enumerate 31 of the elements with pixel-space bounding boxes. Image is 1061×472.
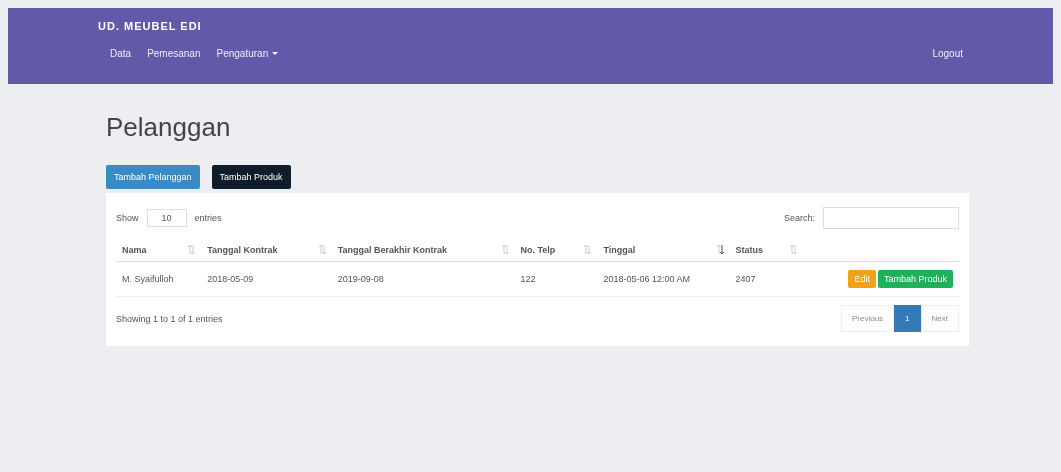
row-button[interactable]: Tambah Produk (877, 270, 953, 288)
logout-link[interactable]: Logout (932, 48, 963, 59)
entries-label: entries (194, 213, 222, 223)
search-field[interactable] (823, 207, 959, 229)
nav-link[interactable]: Pengaturan (216, 48, 279, 59)
entries-select[interactable]: 10 (146, 209, 187, 227)
column-header[interactable]: Status (729, 239, 803, 262)
nav-link[interactable]: Data (110, 48, 132, 59)
table-info: Showing 1 to 1 of 1 entries (116, 313, 223, 324)
nav-link[interactable]: Pemesanan (147, 48, 201, 59)
table-cell: 122 (514, 261, 598, 297)
table-cell: 2018-05-09 (201, 261, 332, 297)
table-cell: 2019-09-08 (331, 261, 515, 297)
search-label: Search: (783, 213, 815, 223)
show-label: Show (116, 213, 139, 223)
column-header[interactable]: Tanggal Kontrak (201, 239, 332, 262)
sort-icon[interactable] (716, 245, 724, 254)
pagination-button[interactable]: Next (920, 305, 959, 332)
action-button[interactable]: Tambah Produk (211, 165, 291, 189)
table-cell: 2407 (729, 261, 803, 297)
column-header[interactable]: Nama (116, 239, 202, 262)
column-header[interactable]: Tanggal Berakhir Kontrak (331, 239, 515, 262)
brand-title[interactable]: UD. MEUBEL EDI (98, 20, 963, 32)
column-header[interactable]: No. Telp (514, 239, 598, 262)
action-button[interactable]: Tambah Pelanggan (106, 165, 200, 189)
table-cell: 2018-05-06 12:00 AM (597, 261, 730, 297)
pagination-button[interactable]: 1 (894, 305, 921, 332)
column-header[interactable]: Tinggal (597, 239, 730, 262)
pagination-button[interactable]: Previous (840, 305, 895, 332)
page-title: Pelanggan (106, 112, 232, 143)
table-cell: M. Syaifulloh (116, 261, 202, 297)
